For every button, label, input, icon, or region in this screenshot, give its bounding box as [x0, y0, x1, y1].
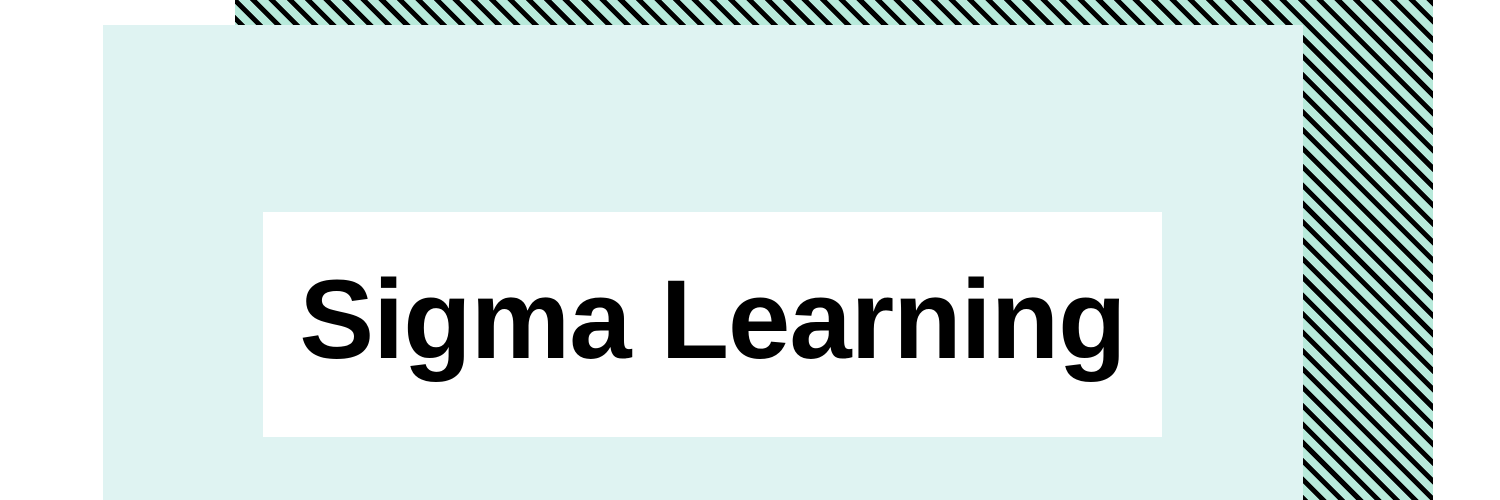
banner-title: Sigma Learning — [299, 256, 1126, 382]
banner-canvas: Sigma Learning — [0, 0, 1500, 500]
title-box: Sigma Learning — [263, 212, 1162, 437]
